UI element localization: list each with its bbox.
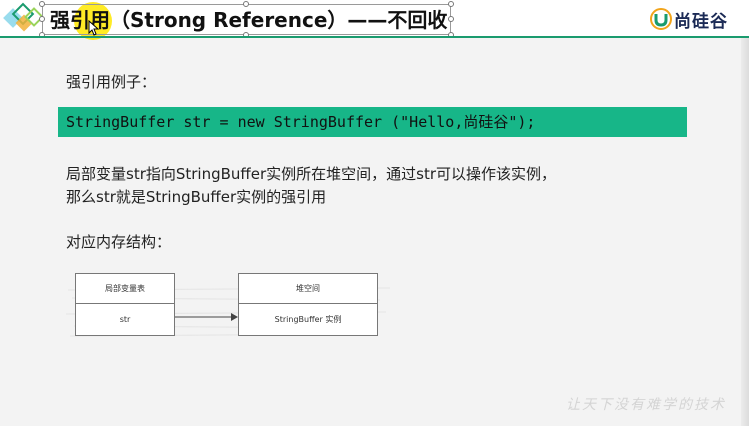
code-block: StringBuffer str = new StringBuffer ("He… [58, 107, 687, 137]
local-variable-table-header: 局部变量表 [76, 274, 174, 304]
slide: 强引用（Strong Reference）——不回收 尚硅谷 强引用例子： St… [0, 0, 749, 426]
memory-structure-label: 对应内存结构： [66, 233, 172, 251]
text-cursor-icon [88, 20, 100, 36]
heap-stringbuffer-instance-cell: StringBuffer 实例 [274, 315, 342, 324]
resize-handle-middle-left[interactable] [39, 16, 45, 22]
header-divider [0, 36, 749, 38]
resize-handle-top-right[interactable] [448, 1, 454, 7]
reference-arrow-icon [175, 313, 238, 321]
heap-space-header: 堆空间 [239, 274, 377, 304]
local-variable-str-cell: str [119, 315, 131, 324]
resize-handle-top-left[interactable] [39, 1, 45, 7]
description-line-1: 局部变量str指向StringBuffer实例所在堆空间，通过str可以操作该实… [66, 165, 557, 183]
local-variable-table-box: 局部变量表 str [75, 273, 175, 336]
slide-title[interactable]: 强引用（Strong Reference）——不回收 [50, 7, 447, 33]
footer-watermark: 让天下没有难学的技术 [566, 397, 726, 413]
brand-logo: 尚硅谷 [650, 6, 728, 32]
example-label: 强引用例子： [66, 73, 157, 91]
slide-header: 强引用（Strong Reference）——不回收 尚硅谷 [0, 0, 749, 40]
resize-handle-middle-right[interactable] [448, 16, 454, 22]
brand-u-icon [650, 8, 672, 30]
brand-name: 尚硅谷 [674, 11, 728, 32]
code-line: StringBuffer str = new StringBuffer ("He… [66, 113, 536, 131]
heap-space-box: 堆空间 StringBuffer 实例 [238, 273, 378, 336]
right-edge-shadow [741, 38, 749, 426]
description-line-2: 那么str就是StringBuffer实例的强引用 [66, 188, 327, 206]
